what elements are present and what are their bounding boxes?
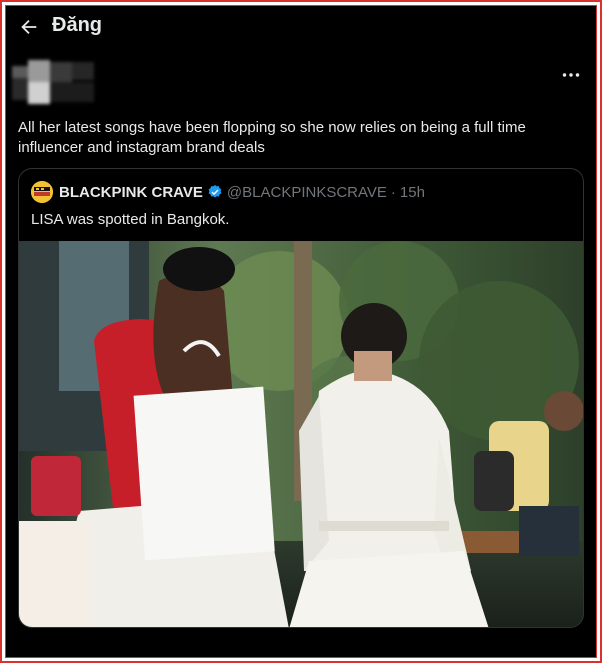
page-title: Đăng <box>52 14 102 36</box>
post-screen: Đăng All her latest songs have been flop… <box>5 5 597 658</box>
quoted-author-avatar[interactable] <box>31 181 53 203</box>
quoted-post-text: LISA was spotted in Bangkok. <box>31 211 230 228</box>
post-author-row <box>6 58 596 108</box>
quoted-post-header: BLACKPINK CRAVE @BLACKPINKSCRAVE · 15h <box>31 180 425 204</box>
more-options-button[interactable] <box>558 62 584 88</box>
screenshot-frame: Đăng All her latest songs have been flop… <box>0 0 602 663</box>
quoted-author-handle[interactable]: @BLACKPINKSCRAVE <box>227 184 387 201</box>
post-text: All her latest songs have been flopping … <box>18 119 526 156</box>
blurred-author-info <box>12 60 94 104</box>
top-bar: Đăng <box>6 6 596 48</box>
more-horizontal-icon <box>562 73 580 77</box>
arrow-left-icon <box>21 19 37 35</box>
quoted-post-photo[interactable] <box>19 241 583 627</box>
back-button[interactable] <box>18 16 40 38</box>
verified-badge-icon <box>208 185 222 198</box>
quoted-author-name[interactable]: BLACKPINK CRAVE <box>59 184 203 201</box>
quoted-post-card[interactable]: BLACKPINK CRAVE @BLACKPINKSCRAVE · 15h L… <box>18 168 584 628</box>
quoted-post-time[interactable]: 15h <box>400 184 425 201</box>
separator-dot: · <box>390 183 396 201</box>
